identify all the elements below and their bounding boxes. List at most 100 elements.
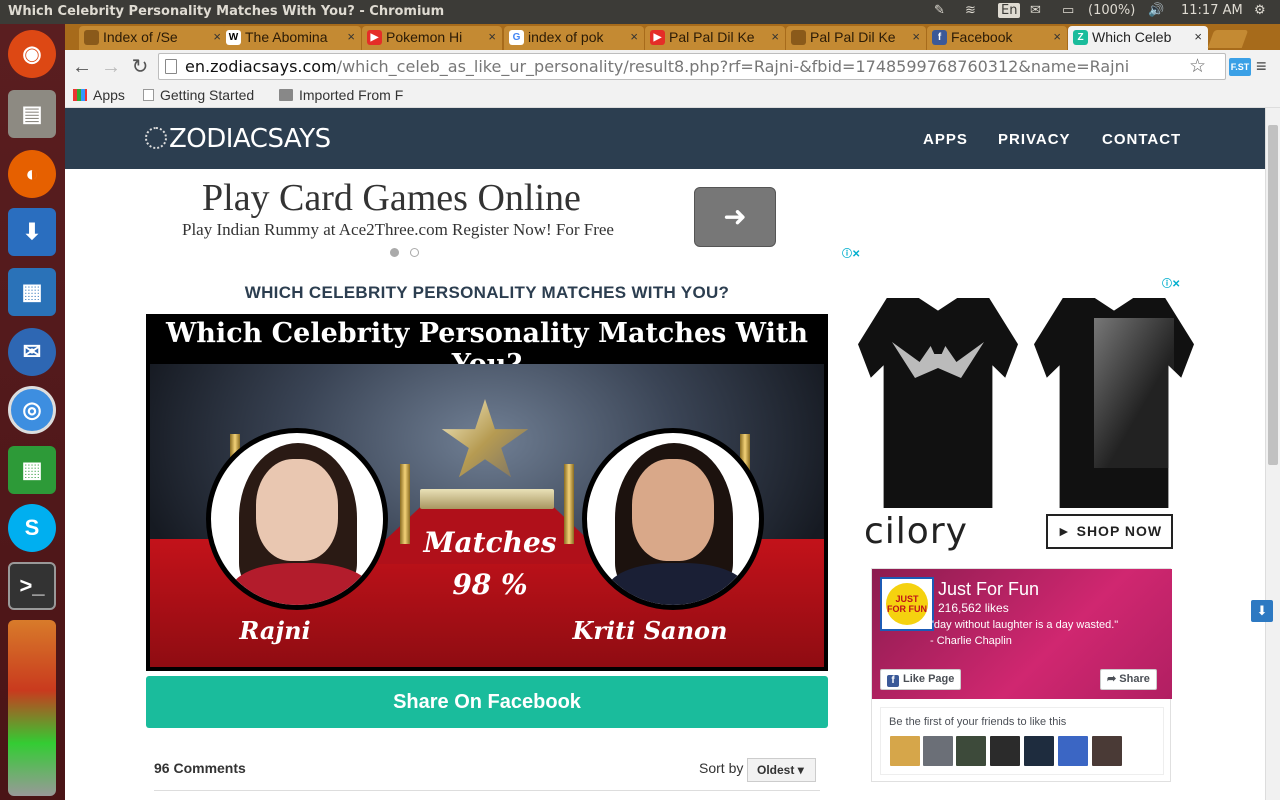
dropbox-icon[interactable]: ✎	[934, 3, 945, 18]
tab-label: Pal Pal Dil Ke	[669, 29, 755, 45]
close-tab-icon[interactable]: ×	[213, 26, 221, 48]
bookmark-label: Imported From F	[299, 87, 404, 103]
tab-which-celeb[interactable]: Z Which Celeb ×	[1068, 26, 1208, 50]
writer-icon[interactable]: ▦	[8, 268, 56, 316]
tab-pal-pal-dil-ke-1[interactable]: ▶ Pal Pal Dil Ke ×	[645, 26, 785, 50]
fb-page-logo[interactable]: JUST FOR FUN	[880, 577, 934, 631]
tab-pal-pal-dil-ke-2[interactable]: Pal Pal Dil Ke ×	[786, 26, 926, 50]
close-tab-icon[interactable]: ×	[771, 26, 779, 48]
carousel-dot[interactable]	[410, 248, 419, 257]
address-bar[interactable]: en.zodiacsays.com/which_celeb_as_like_ur…	[158, 53, 1226, 80]
forward-arrow-icon[interactable]: →	[100, 56, 122, 78]
tab-facebook[interactable]: f Facebook ×	[927, 26, 1067, 50]
apps-grid-icon	[73, 89, 87, 101]
share-on-facebook-button[interactable]: Share On Facebook	[146, 676, 828, 728]
extension-icon[interactable]: F.ST	[1229, 58, 1251, 76]
fb-page-name[interactable]: Just For Fun	[938, 579, 1039, 600]
fb-cover-image: JUST FOR FUN Just For Fun 216,562 likes …	[872, 569, 1172, 699]
volume-icon[interactable]: 🔊	[1148, 3, 1164, 18]
fb-logo-text: JUST FOR FUN	[886, 583, 928, 625]
battery-icon[interactable]: ▭	[1062, 3, 1074, 18]
doc-icon	[84, 30, 99, 45]
mail-icon[interactable]: ✉	[1030, 3, 1041, 18]
star-trophy-icon	[441, 399, 529, 478]
result-image: Which Celebrity Personality Matches With…	[146, 314, 828, 671]
clock[interactable]: 11:17 AM	[1181, 3, 1243, 18]
podium	[420, 489, 554, 509]
tab-pokemon[interactable]: ▶ Pokemon Hi ×	[362, 26, 502, 50]
close-tab-icon[interactable]: ×	[488, 26, 496, 48]
scroll-down-icon[interactable]: ⬇	[1251, 600, 1273, 622]
bookmark-getting-started[interactable]: Getting Started	[143, 87, 254, 103]
shop-now-button[interactable]: ► SHOP NOW	[1046, 514, 1173, 549]
bookmark-apps[interactable]: Apps	[73, 87, 125, 103]
superman-shirt-image	[1034, 298, 1194, 508]
friend-avatar[interactable]	[1024, 736, 1054, 766]
back-arrow-icon[interactable]: ←	[71, 56, 93, 78]
fb-like-page-button[interactable]: f Like Page	[880, 669, 962, 690]
close-tab-icon[interactable]: ×	[912, 26, 920, 48]
chromium-icon[interactable]: ◎	[8, 386, 56, 434]
terminal-icon[interactable]: >_	[8, 562, 56, 610]
site-header: ZODIACSAYS APPS PRIVACY CONTACT	[65, 108, 1265, 169]
close-tab-icon[interactable]: ×	[1053, 26, 1061, 48]
skype-icon[interactable]: S	[8, 504, 56, 552]
ad-subtitle[interactable]: Play Indian Rummy at Ace2Three.com Regis…	[182, 220, 614, 240]
tab-index-of-se[interactable]: Index of /Se ×	[79, 26, 227, 50]
ad-title[interactable]: Play Card Games Online	[202, 176, 581, 220]
youtube-icon: ▶	[367, 30, 382, 45]
comments-count[interactable]: 96 Comments	[154, 760, 246, 776]
calc-icon[interactable]: ▦	[8, 446, 56, 494]
tab-label: Index of /Se	[103, 29, 178, 45]
close-tab-icon[interactable]: ×	[347, 26, 355, 48]
thunderbird-icon[interactable]: ✉	[8, 328, 56, 376]
tab-the-abomina[interactable]: W The Abomina ×	[221, 26, 361, 50]
friend-avatar[interactable]	[956, 736, 986, 766]
friend-avatar[interactable]	[890, 736, 920, 766]
close-tab-icon[interactable]: ×	[630, 26, 638, 48]
friend-avatar[interactable]	[923, 736, 953, 766]
carousel-dot-active[interactable]	[390, 248, 399, 257]
site-logo[interactable]: ZODIACSAYS	[145, 124, 331, 154]
fb-cover-quote: "day without laughter is a day wasted." …	[930, 617, 1170, 649]
close-tab-icon[interactable]: ×	[1194, 26, 1202, 48]
tab-label: Pokemon Hi	[386, 29, 463, 45]
celebrity-name: Kriti Sanon	[572, 616, 728, 645]
nav-contact[interactable]: CONTACT	[1102, 131, 1181, 148]
cilory-ad[interactable]: ⓘ✕ cilory ► SHOP NOW	[858, 278, 1194, 553]
ad-arrow-button[interactable]: ➜	[694, 187, 776, 247]
fb-page-likes: 216,562 likes	[938, 601, 1009, 615]
keyboard-layout-indicator[interactable]: En	[998, 3, 1021, 18]
page-scrollbar[interactable]	[1265, 108, 1280, 800]
reload-icon[interactable]: ↻	[129, 56, 151, 78]
web-page: ZODIACSAYS APPS PRIVACY CONTACT Play Car…	[65, 108, 1265, 800]
youtube-icon: ▶	[650, 30, 665, 45]
user-name: Rajni	[239, 616, 311, 645]
firefox-icon[interactable]: ◐	[8, 150, 56, 198]
url-path: /which_celeb_as_like_ur_personality/resu…	[336, 57, 1130, 76]
wifi-icon[interactable]: ≋	[965, 3, 976, 18]
scrollbar-thumb[interactable]	[1268, 125, 1278, 465]
new-tab-button[interactable]	[1207, 30, 1249, 48]
tab-index-of-pok[interactable]: G index of pok ×	[504, 26, 644, 50]
bookmark-imported-folder[interactable]: Imported From F	[279, 87, 403, 103]
sort-select[interactable]: Oldest ▾	[747, 758, 816, 782]
nav-apps[interactable]: APPS	[923, 131, 968, 148]
ubuntu-dash-icon[interactable]: ◉	[8, 30, 56, 78]
google-icon: G	[509, 30, 524, 45]
menu-icon[interactable]: ≡	[1256, 56, 1267, 77]
friend-avatar[interactable]	[990, 736, 1020, 766]
fb-share-button[interactable]: ➦ Share	[1100, 669, 1157, 690]
downloads-icon[interactable]: ⬇	[8, 208, 56, 256]
nav-privacy[interactable]: PRIVACY	[998, 131, 1071, 148]
cilory-logo: cilory	[864, 511, 968, 552]
friend-avatar[interactable]	[1092, 736, 1122, 766]
adchoices-icon[interactable]: ⓘ✕	[842, 248, 874, 262]
battery-percent[interactable]: (100%)	[1088, 3, 1135, 18]
adchoices-icon[interactable]: ⓘ✕	[1162, 278, 1194, 292]
bookmark-star-icon[interactable]: ☆	[1189, 55, 1206, 78]
app-stack-icon[interactable]	[8, 620, 56, 796]
settings-gear-icon[interactable]: ⚙	[1254, 3, 1266, 18]
friend-avatar[interactable]	[1058, 736, 1088, 766]
files-icon[interactable]: ▤	[8, 90, 56, 138]
